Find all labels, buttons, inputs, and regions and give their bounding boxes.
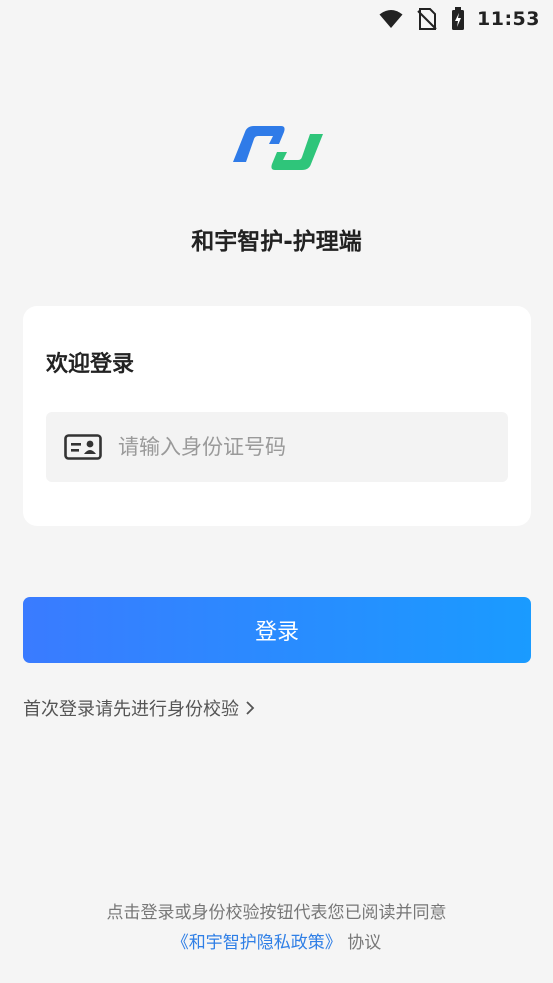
agreement-suffix: 协议 bbox=[347, 933, 382, 953]
privacy-policy-link[interactable]: 《和宇智护隐私政策》 bbox=[172, 933, 342, 953]
app-logo bbox=[233, 126, 323, 170]
id-number-field[interactable] bbox=[46, 412, 508, 482]
chevron-right-icon bbox=[245, 700, 255, 716]
id-number-input[interactable] bbox=[118, 435, 498, 459]
id-card-icon bbox=[64, 434, 102, 460]
login-button[interactable]: 登录 bbox=[23, 597, 531, 663]
agreement-text: 点击登录或身份校验按钮代表您已阅读并同意 bbox=[106, 903, 447, 923]
identity-verify-label: 首次登录请先进行身份校验 bbox=[23, 699, 239, 720]
app-title: 和宇智护-护理端 bbox=[191, 229, 362, 255]
login-card: 欢迎登录 bbox=[23, 306, 531, 526]
status-time: 11:53 bbox=[477, 8, 540, 30]
battery-charging-icon bbox=[451, 7, 465, 31]
no-sim-icon bbox=[417, 8, 437, 30]
card-title: 欢迎登录 bbox=[46, 352, 135, 377]
status-bar: 11:53 bbox=[0, 0, 553, 38]
agreement-notice: 点击登录或身份校验按钮代表您已阅读并同意 《和宇智护隐私政策》 协议 bbox=[0, 898, 553, 958]
identity-verify-link[interactable]: 首次登录请先进行身份校验 bbox=[23, 695, 255, 721]
login-screen: 11:53 和宇智护-护理端 欢迎登录 登录 首次登录请先进行身份校验 点 bbox=[0, 0, 553, 983]
wifi-icon bbox=[379, 9, 403, 29]
